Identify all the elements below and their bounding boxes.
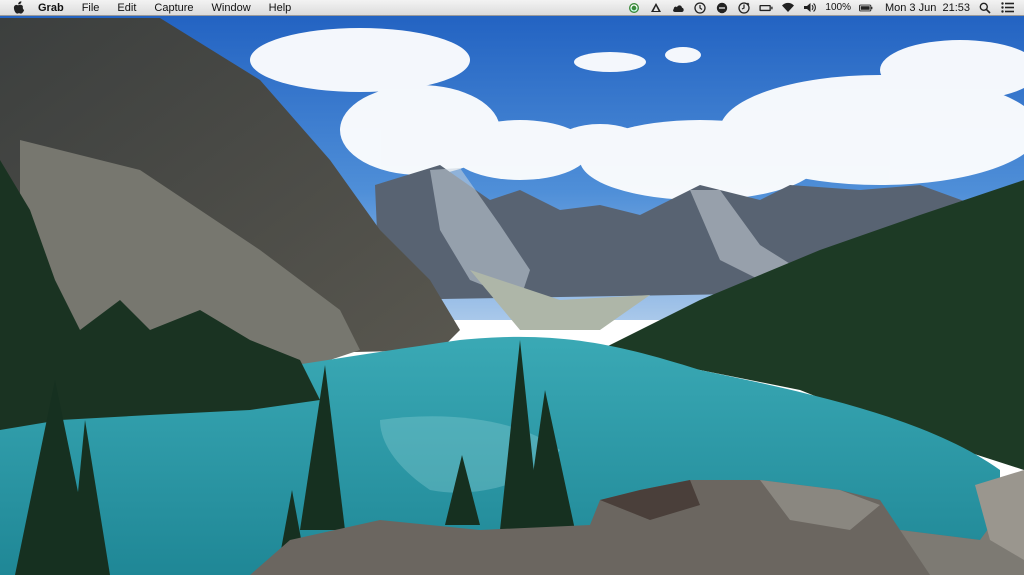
clock-app-icon[interactable]: [737, 1, 751, 15]
notification-center-icon[interactable]: [1000, 1, 1014, 15]
menu-bar: Grab File Edit Capture Window Help 100% …: [0, 0, 1024, 16]
desktop: Grab File Edit Capture Window Help 100% …: [0, 0, 1024, 575]
menu-file[interactable]: File: [73, 0, 109, 16]
menu-window[interactable]: Window: [203, 0, 260, 16]
timemachine-icon[interactable]: [693, 1, 707, 15]
menu-clock[interactable]: Mon 3 Jun 21:53: [885, 0, 970, 16]
sync-icon[interactable]: [627, 1, 641, 15]
apple-logo-icon[interactable]: [12, 1, 26, 15]
battery-percent[interactable]: 100%: [825, 0, 851, 16]
battery-icon[interactable]: [859, 1, 873, 15]
volume-icon[interactable]: [803, 1, 817, 15]
app-menu-grab[interactable]: Grab: [34, 0, 73, 16]
battery-indicator-icon[interactable]: [759, 1, 773, 15]
wifi-icon[interactable]: [781, 1, 795, 15]
menu-help[interactable]: Help: [260, 0, 301, 16]
cloud-icon[interactable]: [671, 1, 685, 15]
clock-date: Mon 3 Jun: [884, 1, 937, 14]
chat-icon[interactable]: [715, 1, 729, 15]
desktop-wallpaper: [0, 0, 1024, 575]
clock-time: 21:53: [942, 1, 970, 14]
menu-edit[interactable]: Edit: [108, 0, 145, 16]
spotlight-search-icon[interactable]: [978, 1, 992, 15]
upload-icon[interactable]: [649, 1, 663, 15]
menu-capture[interactable]: Capture: [145, 0, 202, 16]
